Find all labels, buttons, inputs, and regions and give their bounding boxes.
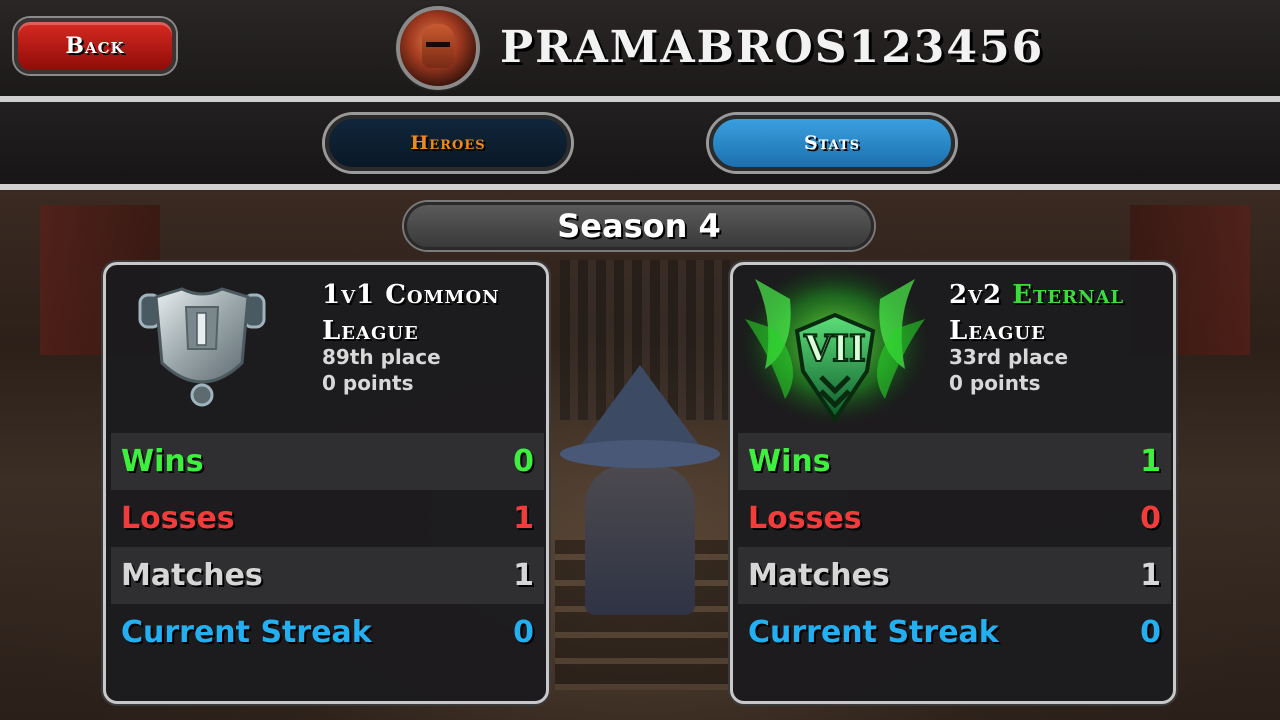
league-points: 0 points	[322, 371, 414, 395]
stat-label: Matches	[121, 558, 263, 593]
stat-row-losses: Losses 1	[111, 490, 544, 547]
stat-label: Losses	[748, 501, 862, 536]
player-name: PRAMABROS123456	[500, 22, 1045, 73]
stat-label: Wins	[121, 444, 204, 479]
wizard-hero-hat-brim	[560, 440, 720, 468]
stat-value: 0	[513, 444, 534, 479]
stat-value: 1	[1140, 444, 1161, 479]
stat-label: Current Streak	[748, 615, 999, 650]
stat-label: Wins	[748, 444, 831, 479]
stat-value: 0	[513, 615, 534, 650]
league-mode: 2v2	[949, 280, 1003, 310]
league-place: 89th place	[322, 345, 441, 369]
league-suffix: League	[322, 316, 419, 346]
eternal-rank-vii-green-flame-icon: VII	[739, 262, 931, 426]
helmet-visor-icon	[426, 42, 450, 47]
league-suffix: League	[949, 316, 1046, 346]
stat-label: Current Streak	[121, 615, 372, 650]
stat-row-matches: Matches 1	[111, 547, 544, 604]
stat-row-current-streak: Current Streak 0	[738, 604, 1171, 661]
stat-row-losses: Losses 0	[738, 490, 1171, 547]
league-title-2v2: 2v2 Eternal League	[949, 277, 1169, 349]
tab-stats[interactable]: Stats	[709, 115, 955, 171]
stat-row-wins: Wins 0	[111, 433, 544, 490]
league-tier: Eternal	[1012, 280, 1125, 310]
stat-value: 1	[513, 558, 534, 593]
svg-text:VII: VII	[803, 328, 866, 370]
back-button[interactable]: Back	[14, 18, 176, 74]
league-points: 0 points	[949, 371, 1041, 395]
tab-bar-divider	[0, 184, 1280, 190]
league-card-2v2: VII 2v2 Eternal League 33rd place 0 poin…	[730, 262, 1176, 704]
stat-value: 0	[1140, 501, 1161, 536]
stat-value: 1	[513, 501, 534, 536]
tab-bar	[0, 102, 1280, 184]
stat-row-matches: Matches 1	[738, 547, 1171, 604]
league-card-1v1: 1v1 Common League 89th place 0 points Wi…	[103, 262, 549, 704]
league-tier: Common	[385, 280, 500, 310]
wizard-hero-body	[585, 465, 695, 615]
stat-row-wins: Wins 1	[738, 433, 1171, 490]
stat-value: 0	[1140, 615, 1161, 650]
stat-value: 1	[1140, 558, 1161, 593]
league-title-1v1: 1v1 Common League	[322, 277, 542, 349]
league-place: 33rd place	[949, 345, 1069, 369]
stat-row-current-streak: Current Streak 0	[111, 604, 544, 661]
player-avatar[interactable]	[396, 6, 480, 90]
stat-label: Losses	[121, 501, 235, 536]
season-selector[interactable]: Season 4	[404, 202, 874, 250]
silver-rank-i-shield-icon	[138, 287, 266, 407]
league-mode: 1v1	[322, 280, 376, 310]
stat-label: Matches	[748, 558, 890, 593]
tab-heroes[interactable]: Heroes	[325, 115, 571, 171]
